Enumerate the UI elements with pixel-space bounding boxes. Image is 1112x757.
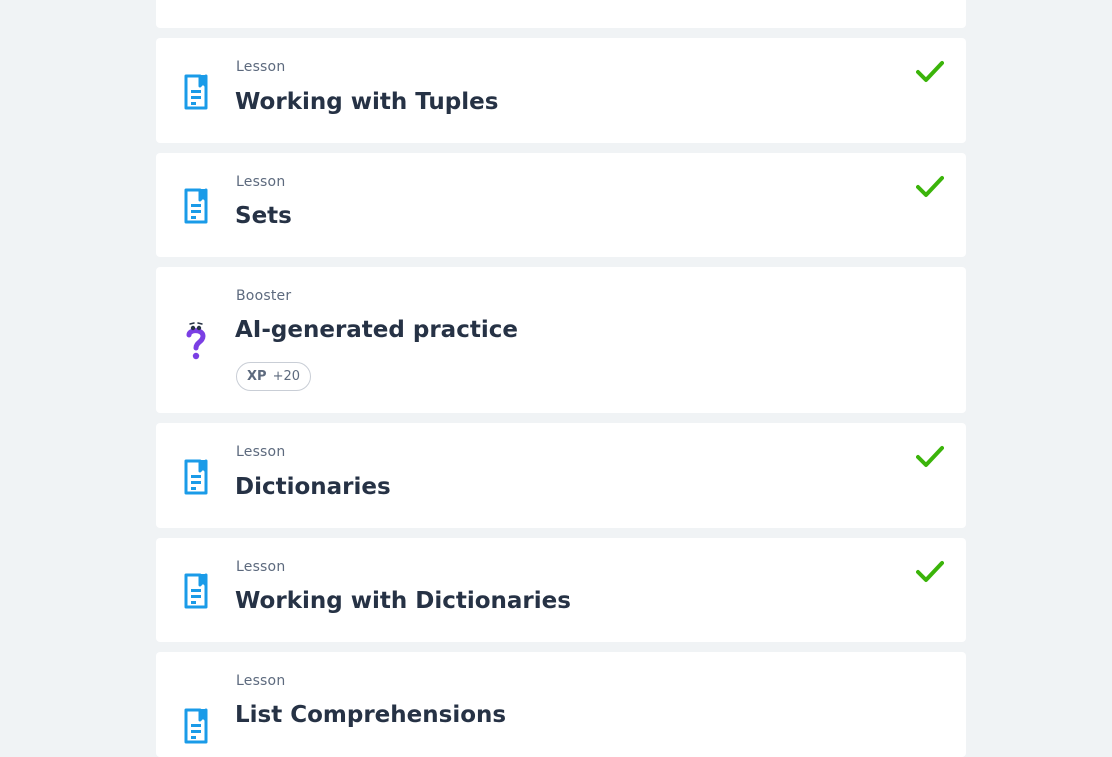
item-kind-label: Lesson bbox=[236, 559, 286, 575]
item-title: List Comprehensions bbox=[235, 702, 507, 728]
completed-check-icon bbox=[916, 176, 944, 197]
xp-reward-badge: XP +20 bbox=[236, 362, 311, 391]
item-title: AI-generated practice bbox=[235, 317, 518, 343]
booster-card[interactable]: Booster AI-generated practice XP +20 bbox=[156, 267, 966, 413]
lesson-card-previous[interactable] bbox=[156, 0, 966, 28]
item-kind-label: Lesson bbox=[236, 444, 286, 460]
completed-check-icon bbox=[916, 446, 944, 467]
lesson-card[interactable]: Lesson Working with Dictionaries bbox=[156, 538, 966, 642]
item-kind-label: Lesson bbox=[236, 59, 286, 75]
lesson-card[interactable]: Lesson Dictionaries bbox=[156, 423, 966, 528]
lesson-document-icon bbox=[184, 459, 208, 495]
item-title: Working with Dictionaries bbox=[235, 588, 571, 614]
lesson-document-icon bbox=[184, 573, 208, 609]
question-mark-mascot-icon bbox=[186, 322, 206, 360]
completed-check-icon bbox=[916, 561, 944, 582]
lesson-document-icon bbox=[184, 74, 208, 110]
item-kind-label: Booster bbox=[236, 288, 292, 304]
lesson-card[interactable]: Lesson List Comprehensions bbox=[156, 652, 966, 757]
item-kind-label: Lesson bbox=[236, 174, 286, 190]
item-title: Dictionaries bbox=[235, 474, 391, 500]
item-title: Sets bbox=[235, 203, 292, 229]
item-kind-label: Lesson bbox=[236, 673, 286, 689]
xp-label: XP bbox=[247, 369, 267, 384]
xp-value: +20 bbox=[272, 369, 300, 384]
lesson-document-icon bbox=[184, 708, 208, 744]
lesson-document-icon bbox=[184, 188, 208, 224]
item-title: Working with Tuples bbox=[235, 89, 499, 115]
lesson-card[interactable]: Lesson Working with Tuples bbox=[156, 38, 966, 143]
completed-check-icon bbox=[916, 61, 944, 82]
lesson-card[interactable]: Lesson Sets bbox=[156, 153, 966, 257]
